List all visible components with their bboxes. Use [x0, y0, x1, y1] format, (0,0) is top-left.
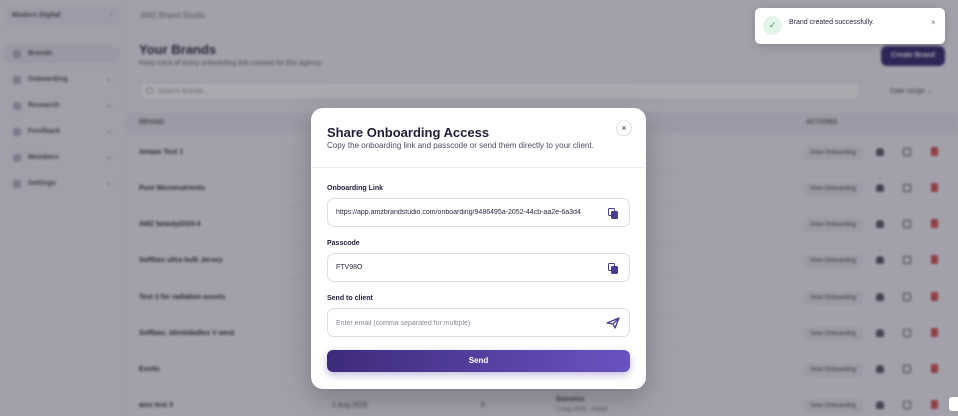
success-toast: ✓ Brand created successfully. × — [755, 8, 945, 44]
email-field[interactable] — [327, 308, 630, 337]
onboarding-link-label: Onboarding Link — [327, 185, 383, 192]
send-to-client-label: Send to client — [327, 295, 373, 302]
onboarding-link-value: https://app.amzbrandstudio.com/onboardin… — [336, 209, 581, 216]
onboarding-link-field[interactable]: https://app.amzbrandstudio.com/onboardin… — [327, 198, 630, 227]
share-onboarding-modal: Share Onboarding Access Copy the onboard… — [311, 108, 646, 389]
passcode-field[interactable]: FTV98O — [327, 253, 630, 282]
check-icon: ✓ — [763, 16, 782, 35]
passcode-label: Passcode — [327, 240, 360, 247]
send-button[interactable]: Send — [327, 350, 630, 372]
copy-icon[interactable] — [608, 263, 619, 274]
modal-subtitle: Copy the onboarding link and passcode or… — [327, 141, 594, 150]
modal-title: Share Onboarding Access — [327, 125, 490, 140]
divider — [311, 167, 646, 168]
edge-handle[interactable] — [949, 397, 958, 411]
send-icon[interactable] — [606, 317, 620, 329]
copy-icon[interactable] — [608, 208, 619, 219]
email-input[interactable] — [336, 315, 598, 331]
toast-message: Brand created successfully. — [789, 19, 875, 26]
close-icon[interactable]: × — [616, 120, 632, 136]
passcode-value: FTV98O — [336, 264, 363, 271]
close-icon[interactable]: × — [931, 18, 936, 27]
